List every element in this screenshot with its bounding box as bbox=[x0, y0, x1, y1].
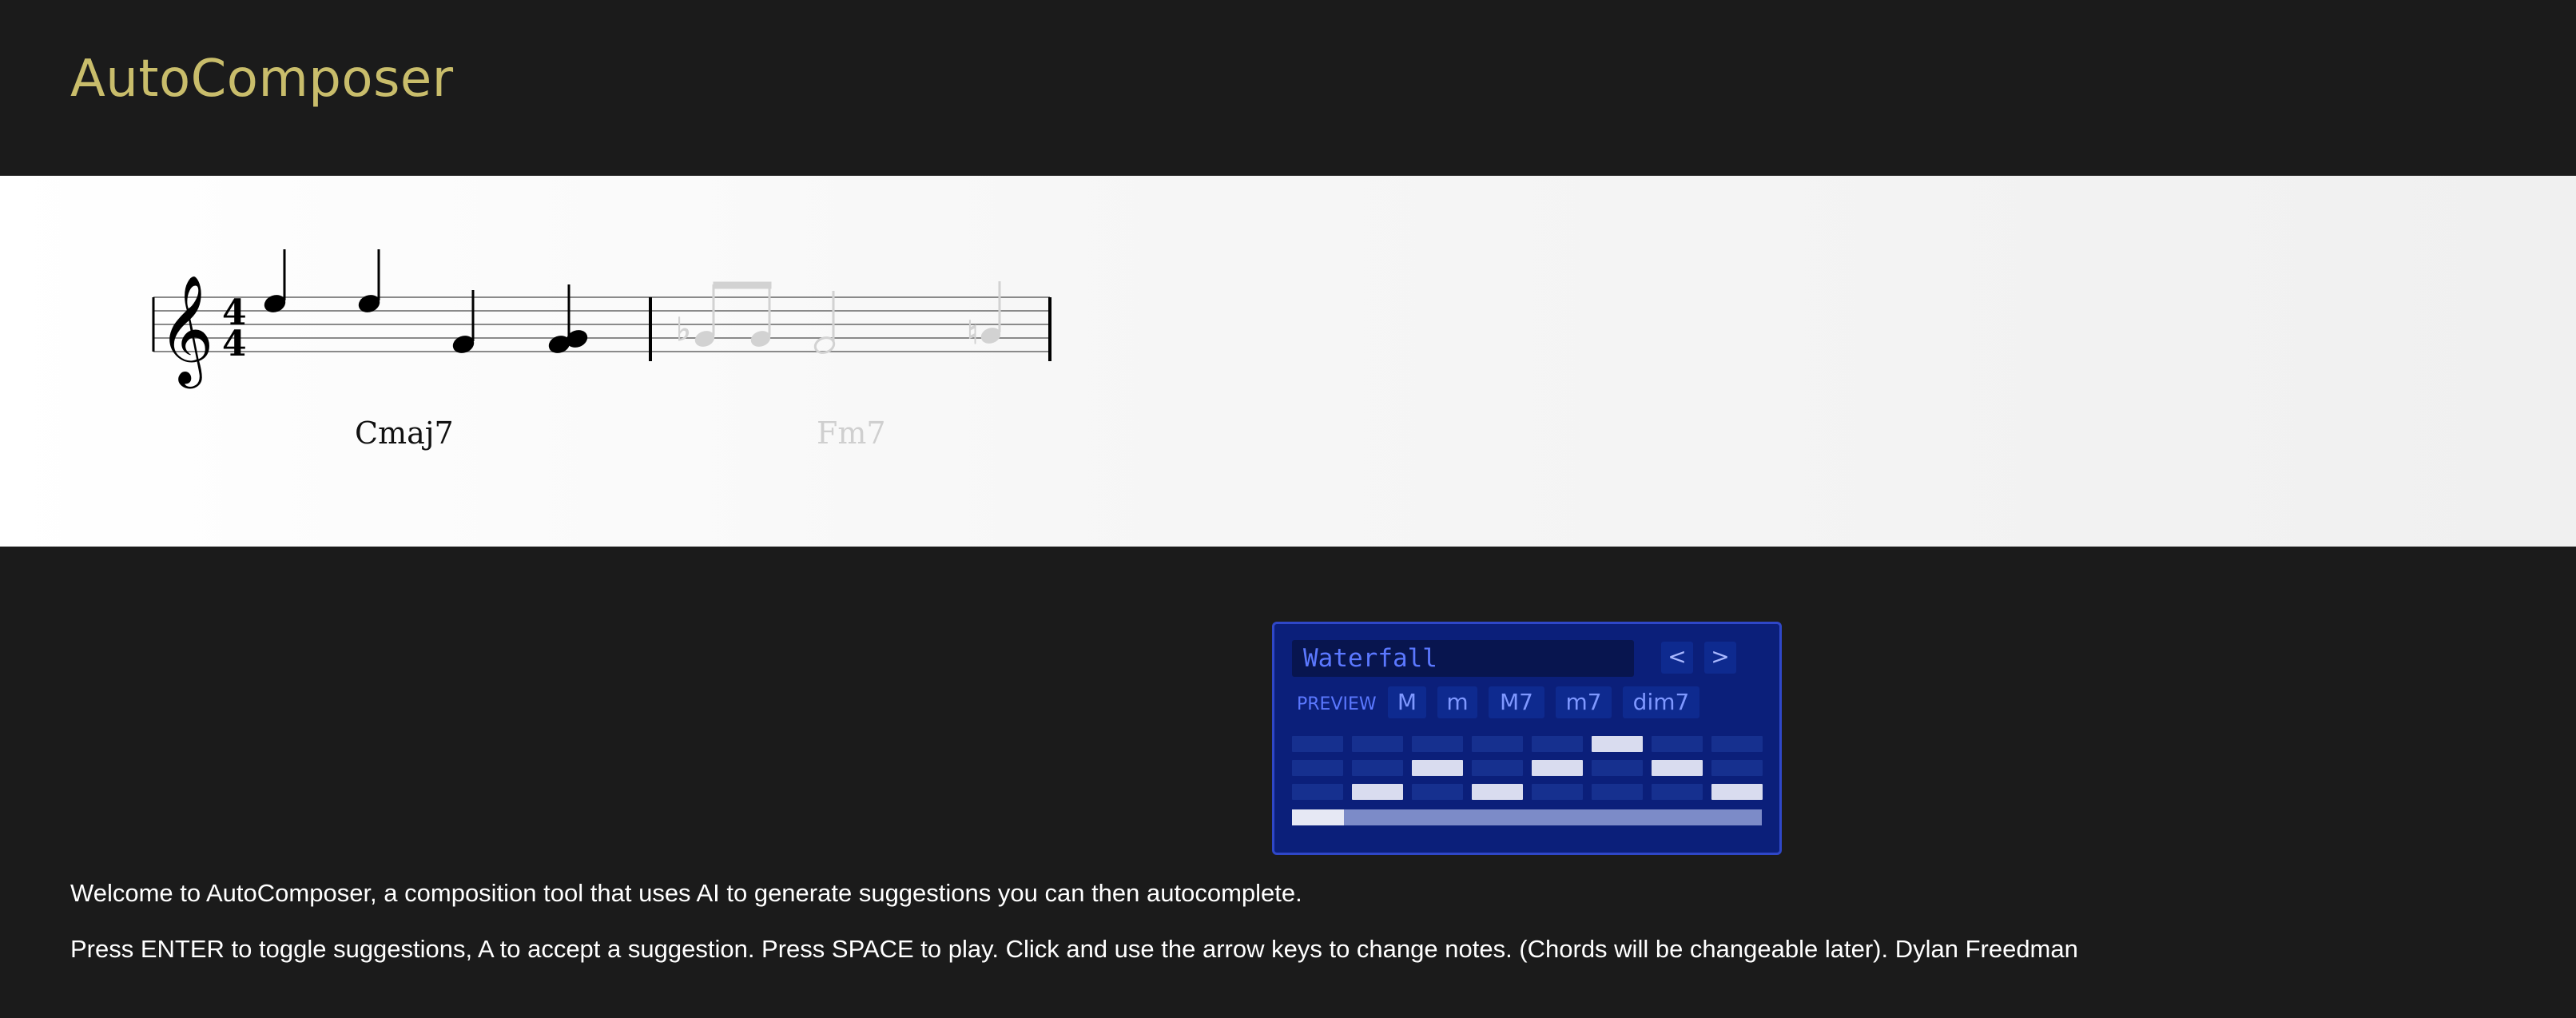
sequencer-cell[interactable] bbox=[1412, 784, 1463, 800]
sequencer-cell[interactable] bbox=[1652, 784, 1703, 800]
measure-2-suggestion[interactable]: ♭ ♮ bbox=[676, 281, 1002, 356]
music-staff[interactable]: 𝄞 4 4 ♭ ♮ bbox=[0, 176, 2576, 547]
preview-label: PREVIEW bbox=[1297, 694, 1377, 714]
app-header: AutoComposer bbox=[0, 0, 2576, 176]
sequencer-cell[interactable] bbox=[1472, 736, 1523, 752]
note[interactable] bbox=[451, 290, 475, 356]
chord-type-maj7-button[interactable]: M7 bbox=[1489, 686, 1544, 718]
staff-lines bbox=[153, 296, 1050, 352]
sequencer-cell[interactable] bbox=[1472, 784, 1523, 800]
sequencer-cell[interactable] bbox=[1652, 736, 1703, 752]
playback-progress-fill bbox=[1292, 809, 1344, 825]
sequencer-cell[interactable] bbox=[1532, 760, 1583, 776]
chord-type-min7-button[interactable]: m7 bbox=[1556, 686, 1612, 718]
note[interactable] bbox=[547, 284, 589, 356]
sequencer-cell[interactable] bbox=[1652, 760, 1703, 776]
preset-name-display[interactable]: Waterfall bbox=[1292, 640, 1634, 677]
note[interactable] bbox=[694, 284, 717, 349]
sequencer-cell[interactable] bbox=[1412, 760, 1463, 776]
preset-next-button[interactable]: > bbox=[1704, 642, 1736, 674]
sequencer-cell[interactable] bbox=[1472, 760, 1523, 776]
natural-icon: ♮ bbox=[967, 315, 978, 352]
sequencer-cell[interactable] bbox=[1292, 784, 1343, 800]
note[interactable] bbox=[356, 249, 381, 315]
treble-clef-icon: 𝄞 bbox=[158, 273, 214, 388]
sequencer-cell[interactable] bbox=[1592, 760, 1643, 776]
sequencer-cell[interactable] bbox=[1292, 736, 1343, 752]
sequencer-cell[interactable] bbox=[1711, 784, 1763, 800]
sequencer-cell[interactable] bbox=[1352, 760, 1403, 776]
measure-1-notes[interactable] bbox=[262, 249, 589, 356]
synth-panel: Waterfall < > PREVIEW M m M7 m7 dim7 bbox=[1272, 622, 1782, 855]
playback-progress-bar[interactable] bbox=[1292, 809, 1762, 825]
sequencer-cell[interactable] bbox=[1532, 736, 1583, 752]
note[interactable] bbox=[813, 291, 837, 356]
beam bbox=[713, 281, 772, 289]
sequencer-cell[interactable] bbox=[1412, 736, 1463, 752]
note[interactable] bbox=[262, 249, 287, 315]
note[interactable] bbox=[749, 284, 773, 349]
flat-icon: ♭ bbox=[676, 312, 691, 348]
preset-prev-button[interactable]: < bbox=[1661, 642, 1693, 674]
sequencer-cell[interactable] bbox=[1352, 784, 1403, 800]
sequencer-cell[interactable] bbox=[1592, 784, 1643, 800]
sequencer-cell[interactable] bbox=[1352, 736, 1403, 752]
instructions-text: Press ENTER to toggle suggestions, A to … bbox=[70, 935, 2078, 963]
app-title: AutoComposer bbox=[70, 50, 454, 109]
chord-type-major-button[interactable]: M bbox=[1388, 686, 1426, 718]
score-area[interactable]: 𝄞 4 4 ♭ ♮ Cmaj7 Fm7 bbox=[0, 176, 2576, 547]
sequencer-cell[interactable] bbox=[1532, 784, 1583, 800]
sequencer-cell[interactable] bbox=[1292, 760, 1343, 776]
chord-type-minor-button[interactable]: m bbox=[1437, 686, 1477, 718]
sequencer-cell[interactable] bbox=[1711, 736, 1763, 752]
chord-label-measure-2[interactable]: Fm7 bbox=[817, 416, 886, 451]
note[interactable] bbox=[980, 281, 1003, 346]
chord-label-measure-1[interactable]: Cmaj7 bbox=[355, 416, 454, 451]
sequencer-cell[interactable] bbox=[1592, 736, 1643, 752]
time-signature-bottom: 4 bbox=[222, 324, 247, 364]
sequencer-cell[interactable] bbox=[1711, 760, 1763, 776]
welcome-text: Welcome to AutoComposer, a composition t… bbox=[70, 879, 1302, 907]
chord-type-dim7-button[interactable]: dim7 bbox=[1623, 686, 1699, 718]
